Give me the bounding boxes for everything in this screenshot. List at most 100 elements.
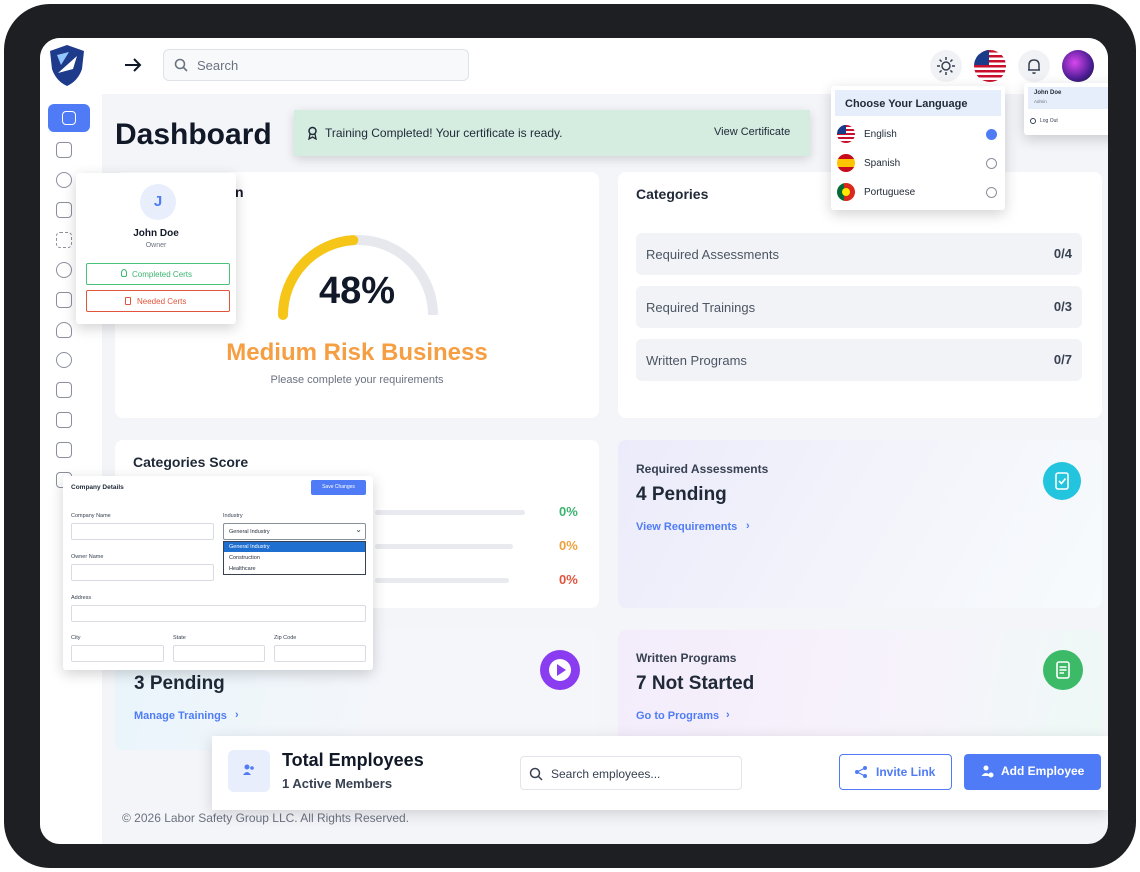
invite-link-button[interactable]: Invite Link xyxy=(839,754,952,790)
profile-popup: J John Doe Owner Completed Certs Needed … xyxy=(76,173,236,324)
chevron-down-icon: ⌄ xyxy=(355,525,362,534)
bell-icon xyxy=(1028,59,1040,74)
user-menu-header: John Doe Admin × xyxy=(1028,87,1108,109)
needed-certs-button[interactable]: Needed Certs xyxy=(86,290,230,312)
sidebar-item-employees-icon[interactable] xyxy=(56,352,72,368)
employee-search-placeholder: Search employees... xyxy=(551,767,661,781)
language-option-spanish[interactable]: Spanish xyxy=(831,150,1005,178)
chevron-right-icon: › xyxy=(726,709,730,721)
zip-code-label: Zip Code xyxy=(274,635,297,641)
language-menu-title: Choose Your Language xyxy=(845,98,968,110)
sidebar-item-reports-icon[interactable] xyxy=(56,412,72,428)
sidebar-item-checklist-icon[interactable] xyxy=(56,442,72,458)
owner-name-field[interactable] xyxy=(71,564,214,581)
user-avatar-button[interactable] xyxy=(1062,50,1094,82)
required-assessments-card: Required Assessments 4 Pending View Requ… xyxy=(618,440,1102,608)
manage-trainings-link[interactable]: Manage Trainings xyxy=(134,710,227,722)
written-programs-card: Written Programs 7 Not Started Go to Pro… xyxy=(618,630,1102,750)
home-icon xyxy=(62,111,76,125)
risk-level: Medium Risk Business xyxy=(226,339,488,366)
industry-label: Industry xyxy=(223,513,243,519)
user-menu-name: John Doe xyxy=(1034,90,1062,96)
categories-title: Categories xyxy=(636,186,709,202)
notifications-button[interactable] xyxy=(1018,50,1050,82)
category-row[interactable]: Written Programs 0/7 xyxy=(636,339,1082,381)
user-menu-role: Admin xyxy=(1034,99,1047,104)
add-employee-label: Add Employee xyxy=(1001,764,1085,778)
industry-select[interactable]: General Industry ⌄ xyxy=(223,523,366,540)
search-icon xyxy=(174,58,188,72)
industry-option[interactable]: Healthcare xyxy=(224,564,365,574)
save-changes-label: Save Changes xyxy=(322,484,355,490)
sidebar-item-assessments-icon[interactable] xyxy=(56,142,72,158)
sidebar-item-certificates-icon[interactable] xyxy=(56,322,72,338)
industry-selected-value: General Industry xyxy=(229,529,270,535)
user-menu: John Doe Admin × Log Out xyxy=(1024,83,1108,135)
view-certificate-button[interactable]: View Certificate xyxy=(714,126,790,138)
risk-card-heading-partial: n xyxy=(235,184,244,200)
chevron-right-icon: › xyxy=(746,520,750,532)
sidebar-item-blocked-icon[interactable] xyxy=(56,262,72,278)
sidebar-item-documents-icon[interactable] xyxy=(56,382,72,398)
radio-selected-icon[interactable] xyxy=(986,129,997,140)
risk-note: Please complete your requirements xyxy=(270,374,444,386)
search-bar[interactable]: Search xyxy=(163,49,469,81)
state-field[interactable] xyxy=(173,645,265,662)
score-percent: 0% xyxy=(559,538,578,553)
arrow-right-icon[interactable] xyxy=(122,54,144,76)
sidebar-item-home[interactable] xyxy=(48,104,90,132)
search-icon xyxy=(529,767,543,781)
profile-name: John Doe xyxy=(133,228,179,239)
categories-score-title: Categories Score xyxy=(133,454,249,470)
category-row[interactable]: Required Assessments 0/4 xyxy=(636,233,1082,275)
industry-options-list: General Industry Construction Healthcare xyxy=(223,541,366,575)
industry-option[interactable]: Construction xyxy=(224,553,365,563)
employee-search-input[interactable]: Search employees... xyxy=(520,756,742,790)
company-name-field[interactable] xyxy=(71,523,214,540)
employees-title: Total Employees xyxy=(282,750,424,770)
sidebar-item-trainings-icon[interactable] xyxy=(56,172,72,188)
radio-icon[interactable] xyxy=(986,187,997,198)
company-form-title: Company Details xyxy=(71,484,124,491)
score-bar xyxy=(375,544,513,549)
sun-icon xyxy=(937,57,955,75)
completed-certs-button[interactable]: Completed Certs xyxy=(86,263,230,285)
add-employee-button[interactable]: Add Employee xyxy=(964,754,1101,790)
go-to-programs-link[interactable]: Go to Programs xyxy=(636,710,719,722)
employees-members: 1 Active Members xyxy=(282,776,393,791)
page-title: Dashboard xyxy=(115,118,272,151)
city-label: City xyxy=(71,635,81,641)
category-row[interactable]: Required Trainings 0/3 xyxy=(636,286,1082,328)
radio-icon[interactable] xyxy=(986,158,997,169)
industry-option[interactable]: General Industry xyxy=(224,542,365,552)
assessments-label: Required Assessments xyxy=(636,462,769,476)
owner-name-label: Owner Name xyxy=(71,554,104,560)
sidebar-item-messages-icon[interactable] xyxy=(56,292,72,308)
zip-code-field[interactable] xyxy=(274,645,366,662)
score-percent: 0% xyxy=(559,504,578,519)
power-icon xyxy=(1030,118,1036,124)
language-option-english[interactable]: English xyxy=(831,121,1005,149)
view-requirements-link[interactable]: View Requirements xyxy=(636,521,737,533)
shield-logo-icon[interactable] xyxy=(47,43,87,87)
language-flag-button[interactable] xyxy=(974,50,1006,82)
invite-link-label: Invite Link xyxy=(876,765,936,779)
avatar: J xyxy=(140,184,176,220)
device-frame: Search Dashboard Training Completed! You… xyxy=(4,4,1136,868)
share-icon xyxy=(855,766,867,778)
state-label: State xyxy=(173,635,186,641)
logout-label: Log Out xyxy=(1040,118,1058,124)
language-option-portuguese[interactable]: Portuguese xyxy=(831,179,1005,207)
logout-menu-item[interactable]: Log Out xyxy=(1028,115,1108,129)
address-field[interactable] xyxy=(71,605,366,622)
sidebar-item-programs-icon[interactable] xyxy=(56,202,72,218)
language-menu-header: Choose Your Language xyxy=(835,90,1001,116)
trainings-count: 3 Pending xyxy=(134,673,225,694)
sidebar-item-network-icon[interactable] xyxy=(56,232,72,248)
search-placeholder: Search xyxy=(197,58,239,73)
profile-role: Owner xyxy=(145,242,167,249)
save-changes-button[interactable]: Save Changes xyxy=(311,480,366,495)
assessments-count: 4 Pending xyxy=(636,484,727,505)
theme-toggle-button[interactable] xyxy=(930,50,962,82)
city-field[interactable] xyxy=(71,645,164,662)
